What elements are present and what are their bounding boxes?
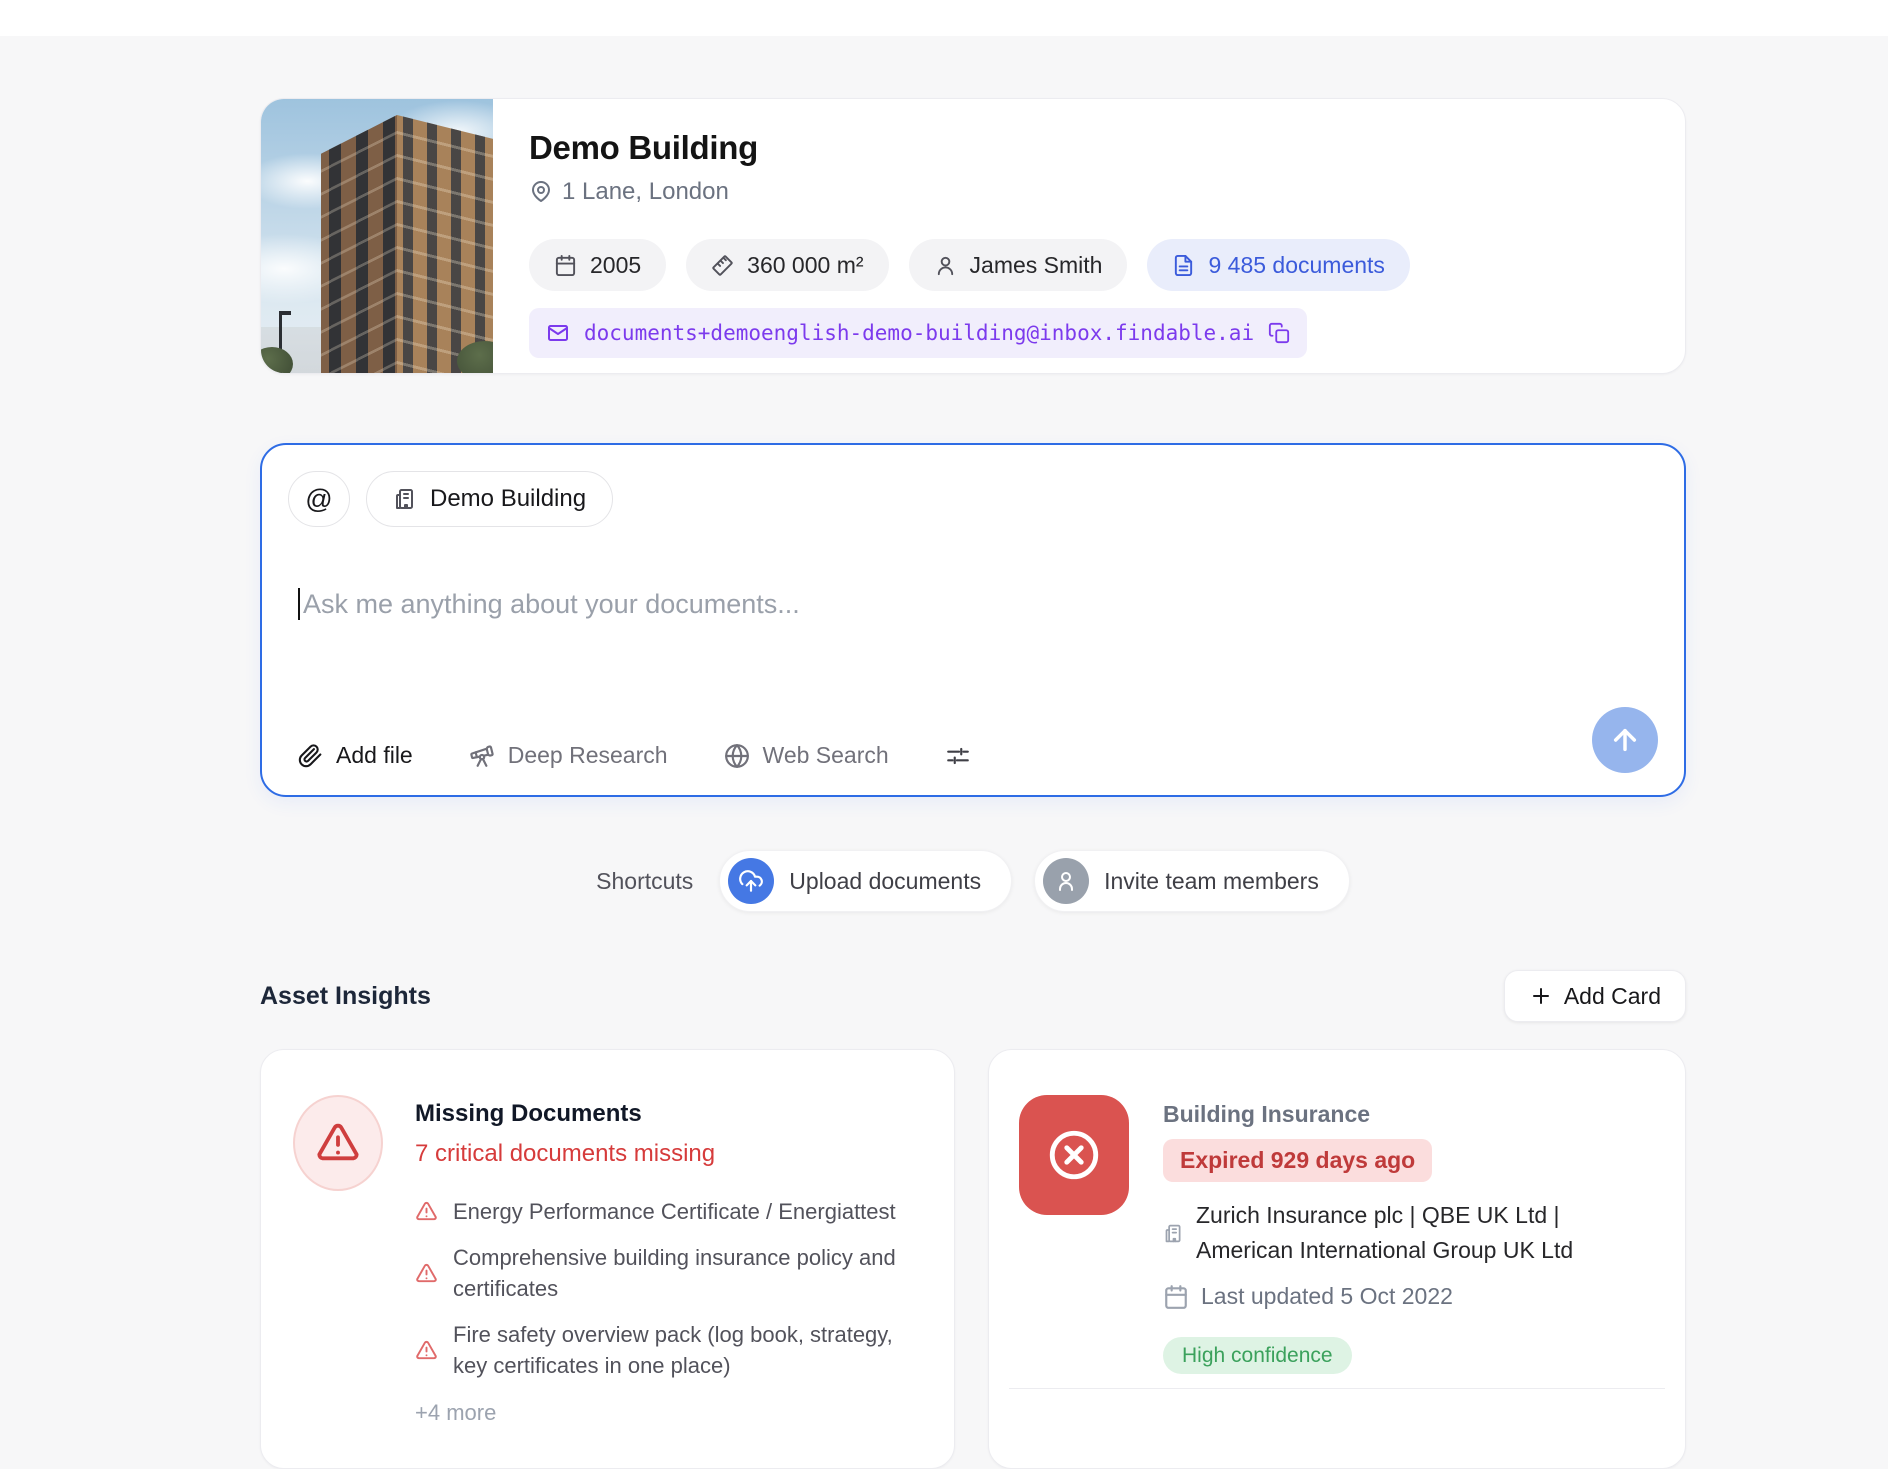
missing-documents-subtitle: 7 critical documents missing (415, 1140, 918, 1168)
building-insurance-body: Building Insurance Expired 929 days ago … (1163, 1095, 1636, 1468)
building-header-card: Demo Building 1 Lane, London 2005 (260, 98, 1686, 374)
chat-toolbar: Add file Deep Research Web Search (298, 742, 971, 769)
missing-document-item: Fire safety overview pack (log book, str… (415, 1319, 918, 1381)
documents-count-label: 9 485 documents (1208, 252, 1384, 279)
globe-icon (724, 743, 750, 769)
shortcuts-label: Shortcuts (596, 868, 693, 895)
missing-documents-title: Missing Documents (415, 1100, 918, 1128)
building-icon (1163, 1223, 1184, 1244)
missing-document-label: Fire safety overview pack (log book, str… (453, 1319, 918, 1381)
missing-document-item: Energy Performance Certificate / Energia… (415, 1196, 918, 1227)
insights-title: Asset Insights (260, 982, 431, 1011)
document-icon (1172, 254, 1195, 277)
mail-icon (546, 321, 570, 345)
last-updated-row: Last updated 5 Oct 2022 (1163, 1283, 1636, 1310)
add-card-button[interactable]: Add Card (1504, 970, 1686, 1022)
inbox-email-text: documents+demoenglish-demo-building@inbo… (584, 321, 1254, 345)
badge-row: 2005 360 000 m² James Smith (529, 239, 1645, 291)
missing-documents-list: Energy Performance Certificate / Energia… (415, 1196, 918, 1381)
shortcuts-row: Shortcuts Upload documents Invite team m… (260, 850, 1686, 912)
web-search-button[interactable]: Web Search (724, 742, 889, 769)
sliders-icon (945, 743, 971, 769)
add-card-label: Add Card (1564, 983, 1661, 1010)
manager-badge: James Smith (909, 239, 1128, 291)
calendar-icon (1163, 1284, 1189, 1310)
insights-header: Asset Insights Add Card (260, 968, 1686, 1024)
card-divider (1009, 1388, 1665, 1389)
copy-icon (1268, 322, 1290, 344)
plus-icon (1529, 984, 1553, 1008)
insurance-providers-text: Zurich Insurance plc | QBE UK Ltd | Amer… (1196, 1198, 1636, 1268)
building-insurance-card[interactable]: Building Insurance Expired 929 days ago … (988, 1049, 1686, 1469)
ruler-icon (711, 254, 734, 277)
manager-label: James Smith (970, 252, 1103, 279)
photo-tower-right-face (397, 115, 493, 373)
person-icon (934, 254, 957, 277)
map-pin-icon (529, 180, 553, 204)
circle-x-icon (1019, 1095, 1129, 1215)
chat-placeholder: Ask me anything about your documents... (303, 589, 800, 620)
text-cursor (298, 588, 300, 620)
deep-research-button[interactable]: Deep Research (469, 742, 668, 769)
inbox-email-pill: documents+demoenglish-demo-building@inbo… (529, 308, 1307, 358)
send-button[interactable] (1592, 707, 1658, 773)
upload-documents-button[interactable]: Upload documents (719, 850, 1012, 912)
confidence-badge: High confidence (1163, 1337, 1352, 1374)
paperclip-icon (298, 743, 323, 768)
missing-document-label: Comprehensive building insurance policy … (453, 1242, 918, 1304)
mention-button[interactable]: @ (288, 471, 350, 527)
building-info: Demo Building 1 Lane, London 2005 (493, 99, 1685, 373)
area-label: 360 000 m² (747, 252, 863, 279)
invite-team-members-label: Invite team members (1104, 868, 1319, 895)
chat-box: @ Demo Building Ask me anything about yo… (260, 443, 1686, 797)
context-chip-label: Demo Building (430, 485, 586, 513)
location-text: 1 Lane, London (562, 178, 729, 206)
warning-triangle-icon (415, 1200, 438, 1223)
telescope-icon (469, 743, 495, 769)
warning-triangle-icon (415, 1339, 438, 1362)
context-chip-demo-building[interactable]: Demo Building (366, 471, 613, 527)
missing-document-item: Comprehensive building insurance policy … (415, 1242, 918, 1304)
invite-team-members-button[interactable]: Invite team members (1034, 850, 1350, 912)
last-updated-text: Last updated 5 Oct 2022 (1201, 1283, 1453, 1310)
insurance-providers: Zurich Insurance plc | QBE UK Ltd | Amer… (1163, 1198, 1636, 1268)
person-icon (1043, 858, 1089, 904)
cloud-upload-icon (728, 858, 774, 904)
photo-tower-left-face (321, 115, 397, 373)
top-strip (0, 0, 1888, 36)
building-insurance-title: Building Insurance (1163, 1101, 1636, 1128)
missing-document-label: Energy Performance Certificate / Energia… (453, 1196, 896, 1227)
add-file-label: Add file (336, 742, 413, 769)
building-photo (261, 99, 493, 373)
calendar-icon (554, 254, 577, 277)
insight-cards-row: Missing Documents 7 critical documents m… (260, 1049, 1686, 1469)
expired-status-badge: Expired 929 days ago (1163, 1139, 1432, 1182)
web-search-label: Web Search (763, 742, 889, 769)
missing-documents-card[interactable]: Missing Documents 7 critical documents m… (260, 1049, 955, 1469)
page-title: Demo Building (529, 129, 1645, 167)
upload-documents-label: Upload documents (789, 868, 981, 895)
chat-settings-button[interactable] (945, 743, 971, 769)
chat-input[interactable]: Ask me anything about your documents... (298, 588, 1564, 620)
missing-documents-body: Missing Documents 7 critical documents m… (415, 1095, 918, 1468)
year-built-badge: 2005 (529, 239, 666, 291)
building-icon (393, 487, 417, 511)
chat-chip-row: @ Demo Building (288, 471, 613, 527)
building-location: 1 Lane, London (529, 178, 1645, 206)
warning-triangle-icon (415, 1262, 438, 1285)
documents-count-badge[interactable]: 9 485 documents (1147, 239, 1409, 291)
area-badge: 360 000 m² (686, 239, 888, 291)
deep-research-label: Deep Research (508, 742, 668, 769)
add-file-button[interactable]: Add file (298, 742, 413, 769)
year-built-label: 2005 (590, 252, 641, 279)
warning-triangle-icon (293, 1095, 383, 1191)
show-more-link[interactable]: +4 more (415, 1400, 918, 1426)
arrow-up-icon (1609, 724, 1641, 756)
copy-email-button[interactable] (1268, 322, 1290, 344)
